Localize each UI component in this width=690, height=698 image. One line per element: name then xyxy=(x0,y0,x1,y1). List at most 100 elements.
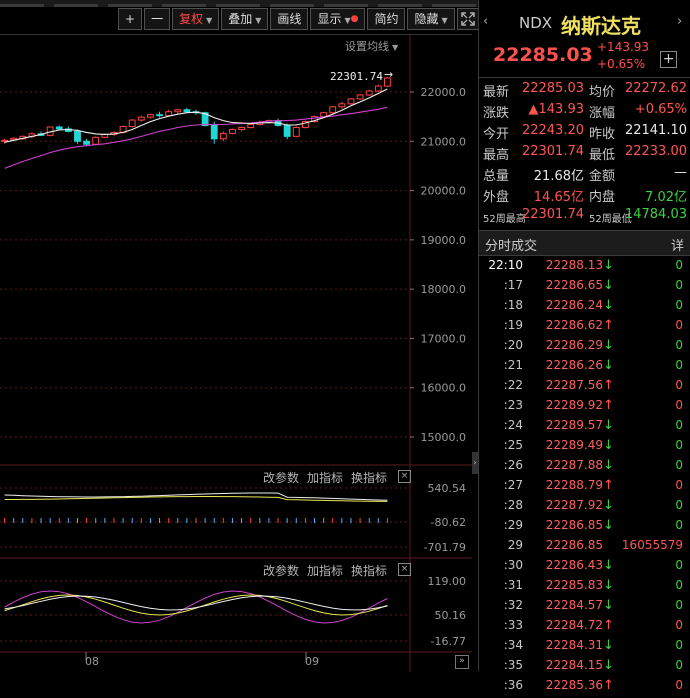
candle-body xyxy=(128,119,136,127)
tick-volume: 0 xyxy=(675,258,683,272)
divider xyxy=(479,77,690,78)
fuquan-dropdown[interactable]: 复权 ▼ xyxy=(172,8,220,30)
chart-toolbar: + 一 复权 ▼ 叠加 ▼ 画线 显示 ▼● 简约 隐藏 ▼ xyxy=(118,8,479,30)
candle-body xyxy=(356,94,364,100)
stat-label: 52周最高 xyxy=(483,214,526,225)
tick-row[interactable]: :20 22286.29 ↓ 0 xyxy=(479,338,690,358)
stat-value: 22301.74 xyxy=(521,144,584,159)
candle-body xyxy=(329,106,337,114)
candle-body xyxy=(320,112,328,118)
tick-time: :24 xyxy=(503,418,523,432)
candle-body xyxy=(92,136,100,145)
stat-label: 内盘 xyxy=(589,190,616,205)
tick-row[interactable]: :22 22287.56 ↑ 0 xyxy=(479,378,690,398)
tick-time: :34 xyxy=(503,638,523,652)
tick-row[interactable]: :27 22288.79 ↑ 0 xyxy=(479,478,690,498)
tick-time: :26 xyxy=(503,458,523,472)
tick-row[interactable]: 22:10 22288.13 ↓ 0 xyxy=(479,258,690,278)
tick-price: 22286.65 xyxy=(545,278,603,292)
stat-label: 昨收 xyxy=(589,127,616,142)
tick-row[interactable]: :32 22284.57 ↓ 0 xyxy=(479,598,690,618)
overlay-dropdown[interactable]: 叠加 ▼ xyxy=(221,8,269,30)
tick-price: 22288.79 xyxy=(545,478,603,492)
display-dropdown[interactable]: 显示 ▼● xyxy=(310,8,366,30)
candle-body xyxy=(147,114,154,118)
candle-body xyxy=(283,125,291,137)
ticks-header: 分时成交 详 xyxy=(479,230,690,256)
tick-row[interactable]: :18 22286.24 ↓ 0 xyxy=(479,298,690,318)
sub2-close-icon[interactable]: × xyxy=(398,563,411,576)
kline-chart-canvas[interactable]: 22000.0 21000.0 20000.0 19000.0 18000.0 17000… xyxy=(0,35,472,672)
quote-stat-row: 最新 22285.03 均价 22272.62 xyxy=(479,81,690,102)
chevron-left-icon[interactable]: ‹ xyxy=(483,14,488,29)
stat-value: ▲143.93 xyxy=(528,102,585,117)
add-watchlist-button[interactable]: + xyxy=(660,51,677,68)
expand-icon xyxy=(461,12,475,26)
stat-label: 最低 xyxy=(589,148,616,163)
scroll-end-icon[interactable]: » xyxy=(455,655,469,669)
y-tick-label: 17000.0 xyxy=(421,332,467,345)
arrow-down-icon: ↓ xyxy=(603,358,614,373)
tick-row[interactable]: 29 22286.85 16055579 xyxy=(479,538,690,558)
stat-label: 均价 xyxy=(589,85,616,100)
candle-body xyxy=(165,111,173,117)
zoom-out-button[interactable]: 一 xyxy=(144,8,171,30)
tick-row[interactable]: :35 22284.15 ↓ 0 xyxy=(479,658,690,678)
tick-row[interactable]: :29 22286.85 ↓ 0 xyxy=(479,518,690,538)
tick-time: :35 xyxy=(503,658,523,672)
tick-row[interactable]: :36 22285.36 ↑ 0 xyxy=(479,678,690,698)
tick-row[interactable]: :23 22289.92 ↑ 0 xyxy=(479,398,690,418)
quote-panel: ‹ NDX 纳斯达克 › 22285.03 +143.93 +0.65% + 最… xyxy=(478,0,690,693)
tick-volume: 0 xyxy=(675,518,683,532)
tick-volume: 0 xyxy=(675,558,683,572)
candle-body xyxy=(365,90,373,96)
tick-volume: 0 xyxy=(675,658,683,672)
simple-mode-button[interactable]: 简约 xyxy=(367,8,406,30)
tick-price: 22288.13 xyxy=(545,258,603,272)
tick-time: :36 xyxy=(503,678,523,692)
symbol-code: NDX xyxy=(519,14,553,32)
sub2-switch-indicator-button[interactable]: 换指标 xyxy=(351,562,387,579)
fullscreen-button[interactable] xyxy=(456,8,479,30)
tick-row[interactable]: :21 22286.26 ↓ 0 xyxy=(479,358,690,378)
sub2-params-button[interactable]: 改参数 xyxy=(263,562,299,579)
chevron-right-icon[interactable]: › xyxy=(677,14,682,29)
sub1-params-button[interactable]: 改参数 xyxy=(263,469,299,486)
tick-volume: 0 xyxy=(675,358,683,372)
arrow-down-icon: ↓ xyxy=(603,598,614,613)
high-price-label: 22301.74 xyxy=(330,70,383,83)
chart-area[interactable]: 22000.0 21000.0 20000.0 19000.0 18000.0 17000… xyxy=(0,34,472,672)
fuquan-label: 复权 xyxy=(179,12,204,26)
tick-row[interactable]: :30 22286.43 ↓ 0 xyxy=(479,558,690,578)
zoom-in-button[interactable]: + xyxy=(118,8,143,30)
tick-row[interactable]: :24 22289.57 ↓ 0 xyxy=(479,418,690,438)
tick-volume: 0 xyxy=(675,578,683,592)
draw-line-button[interactable]: 画线 xyxy=(270,8,309,30)
hide-button[interactable]: 隐藏 ▼ xyxy=(407,8,455,30)
sub1-switch-indicator-button[interactable]: 换指标 xyxy=(351,469,387,486)
sub2-add-indicator-button[interactable]: 加指标 xyxy=(307,562,343,579)
sub1-add-indicator-button[interactable]: 加指标 xyxy=(307,469,343,486)
tick-volume: 0 xyxy=(675,678,683,692)
ticks-detail-button[interactable]: 详 xyxy=(671,235,684,254)
tick-row[interactable]: :26 22287.88 ↓ 0 xyxy=(479,458,690,478)
tick-row[interactable]: :28 22287.92 ↓ 0 xyxy=(479,498,690,518)
tick-row[interactable]: :19 22286.62 ↑ 0 xyxy=(479,318,690,338)
tick-row[interactable]: :34 22284.31 ↓ 0 xyxy=(479,638,690,658)
sub1-y-tick-label: -701.79 xyxy=(424,541,466,554)
tick-row[interactable]: :31 22285.83 ↓ 0 xyxy=(479,578,690,598)
candle-body xyxy=(156,114,163,117)
tick-price: 22284.15 xyxy=(545,658,603,672)
tick-row[interactable]: :33 22284.72 ↑ 0 xyxy=(479,618,690,638)
arrow-down-icon: ↓ xyxy=(603,498,614,513)
sub1-y-tick-label: -80.62 xyxy=(431,516,466,529)
candle-body xyxy=(174,109,182,113)
tick-row[interactable]: :25 22289.49 ↓ 0 xyxy=(479,438,690,458)
sub1-close-icon[interactable]: × xyxy=(398,470,411,483)
y-tick-label: 22000.0 xyxy=(421,86,467,99)
tick-row[interactable]: :17 22286.65 ↓ 0 xyxy=(479,278,690,298)
candle-body xyxy=(137,116,145,121)
tick-price: 22285.36 xyxy=(545,678,603,692)
arrow-down-icon: ↓ xyxy=(603,558,614,573)
ma-settings-link[interactable]: 设置均线 ▼ xyxy=(345,38,398,54)
